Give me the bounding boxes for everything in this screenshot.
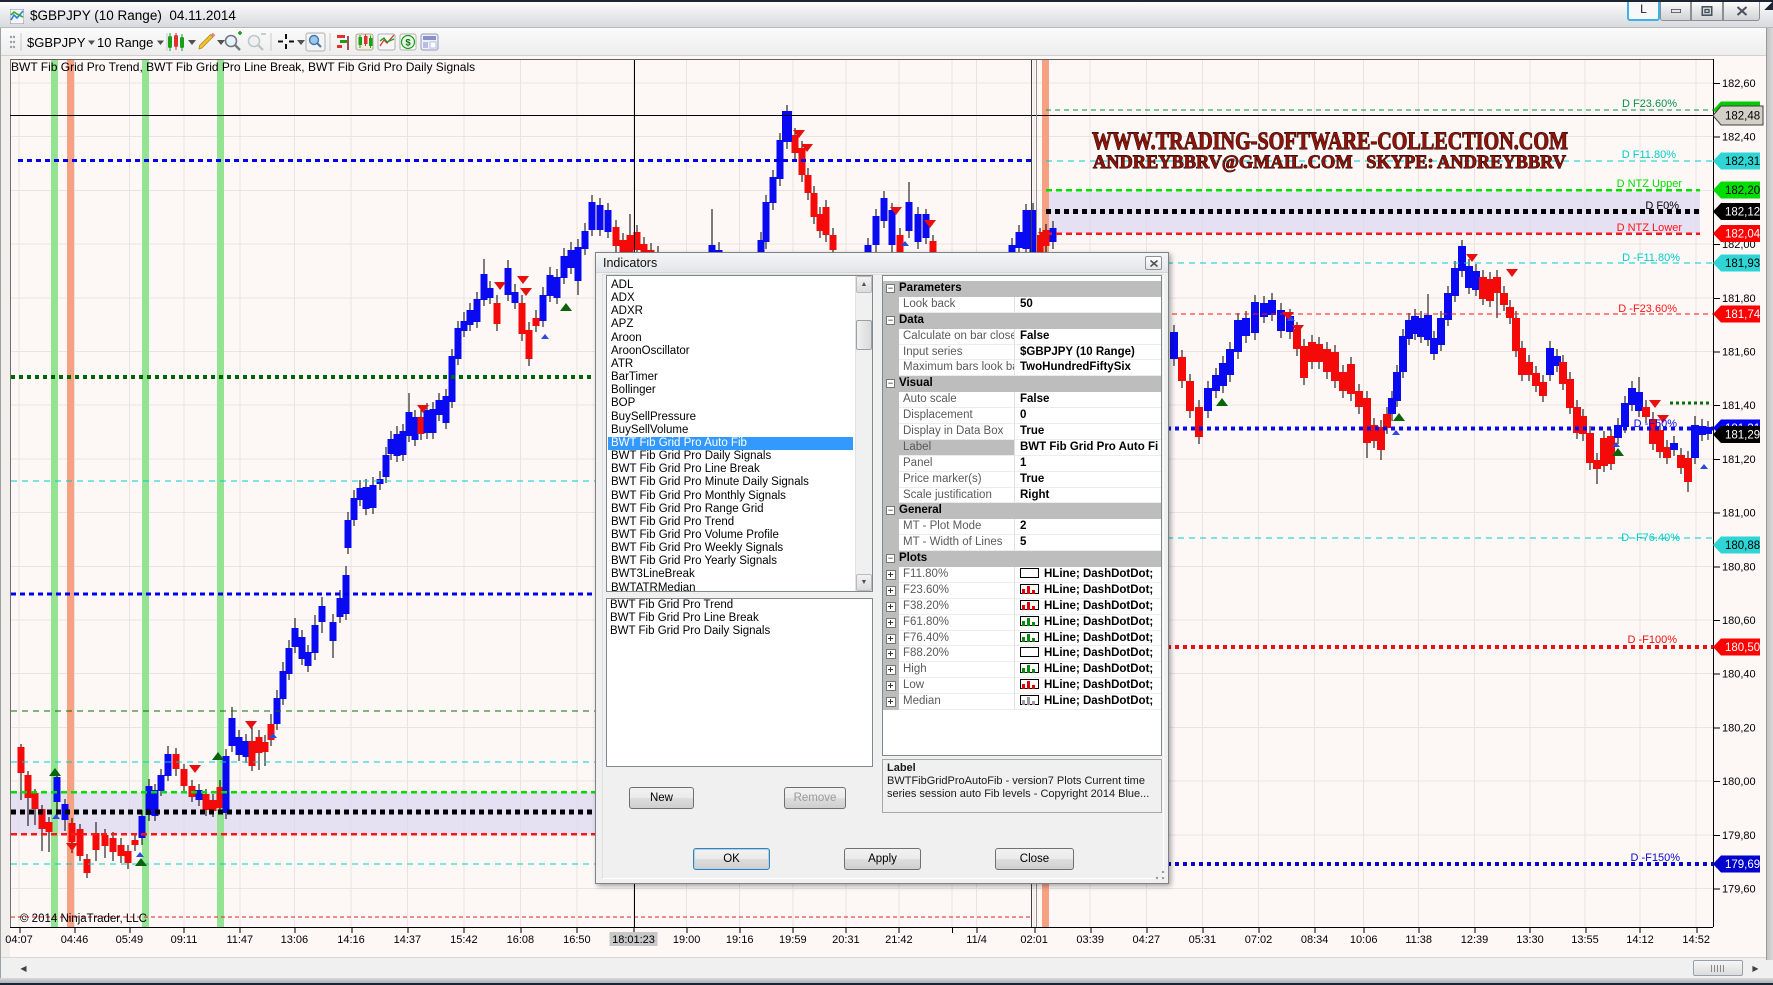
svg-text:14:52: 14:52 — [1682, 934, 1710, 946]
svg-text:10:06: 10:06 — [1350, 934, 1378, 946]
svg-text:180,60: 180,60 — [1722, 615, 1756, 627]
svg-text:09:11: 09:11 — [171, 934, 198, 946]
svg-text:182,04: 182,04 — [1725, 229, 1761, 241]
svg-text:D F11.80%: D F11.80% — [1622, 149, 1676, 161]
svg-text:14:12: 14:12 — [1626, 934, 1654, 946]
svg-text:05:31: 05:31 — [1189, 934, 1217, 946]
svg-text:16:08: 16:08 — [507, 934, 535, 946]
svg-text:180,88: 180,88 — [1725, 540, 1760, 552]
svg-text:$GBPJPY: $GBPJPY — [27, 35, 86, 50]
svg-text:04:27: 04:27 — [1133, 934, 1161, 946]
svg-text:181,74: 181,74 — [1725, 309, 1761, 321]
svg-text:13:55: 13:55 — [1571, 934, 1599, 946]
svg-text:D -F11.80%: D -F11.80% — [1622, 252, 1680, 264]
svg-text:180,40: 180,40 — [1722, 669, 1756, 681]
svg-text:04:46: 04:46 — [61, 934, 89, 946]
svg-text:19:00: 19:00 — [673, 934, 701, 946]
svg-text:BWT Fib Grid Pro Trend, BWT Fi: BWT Fib Grid Pro Trend, BWT Fib Grid Pro… — [11, 60, 475, 74]
svg-text:13:06: 13:06 — [281, 934, 309, 946]
svg-text:182,48: 182,48 — [1725, 111, 1760, 123]
svg-text:181,00: 181,00 — [1722, 508, 1756, 520]
svg-text:11/4: 11/4 — [966, 934, 987, 946]
svg-text:02:01: 02:01 — [1020, 934, 1048, 946]
svg-text:16:50: 16:50 — [563, 934, 591, 946]
svg-text:180,00: 180,00 — [1722, 776, 1756, 788]
svg-text:12:39: 12:39 — [1461, 934, 1489, 946]
svg-text:179,80: 179,80 — [1722, 830, 1756, 842]
svg-text:18:01:23: 18:01:23 — [612, 934, 655, 946]
svg-text:D -F150%: D -F150% — [1630, 852, 1680, 864]
svg-text:179,60: 179,60 — [1722, 884, 1756, 896]
svg-text:D -F50%: D -F50% — [1634, 418, 1678, 430]
svg-text:181,60: 181,60 — [1722, 347, 1756, 359]
svg-text:D NTZ Upper: D NTZ Upper — [1617, 178, 1683, 190]
svg-text:181,80: 181,80 — [1722, 293, 1756, 305]
svg-text:181,40: 181,40 — [1722, 400, 1756, 412]
svg-text:11:47: 11:47 — [226, 934, 253, 946]
svg-text:10 Range: 10 Range — [97, 35, 153, 50]
svg-text:D -F100%: D -F100% — [1627, 634, 1677, 646]
svg-text:180,50: 180,50 — [1725, 642, 1760, 654]
svg-text:19:16: 19:16 — [726, 934, 754, 946]
svg-text:15:42: 15:42 — [450, 934, 478, 946]
svg-text:03:39: 03:39 — [1076, 934, 1104, 946]
svg-text:181,29: 181,29 — [1725, 430, 1760, 442]
svg-text:182,60: 182,60 — [1722, 78, 1756, 90]
svg-text:21:42: 21:42 — [885, 934, 913, 946]
svg-text:WWW.TRADING-SOFTWARE-COLLECTIO: WWW.TRADING-SOFTWARE-COLLECTION.COM — [1092, 128, 1568, 155]
svg-text:D -F76.40%: D -F76.40% — [1621, 532, 1680, 544]
svg-text:08:34: 08:34 — [1301, 934, 1329, 946]
svg-text:D NTZ Lower: D NTZ Lower — [1617, 222, 1683, 234]
svg-text:181,20: 181,20 — [1722, 454, 1756, 466]
svg-text:D F23.60%: D F23.60% — [1622, 98, 1677, 110]
svg-text:182,20: 182,20 — [1725, 185, 1760, 197]
svg-text:ANDREYBBRV@GMAIL.COM SKYPE:: ANDREYBBRV@GMAIL.COM SKYPE: ANDREYBBRV — [1093, 153, 1567, 173]
svg-text:182,31: 182,31 — [1725, 156, 1760, 168]
svg-text:180,20: 180,20 — [1722, 722, 1756, 734]
svg-text:05:49: 05:49 — [116, 934, 144, 946]
svg-text:182,40: 182,40 — [1722, 132, 1756, 144]
svg-text:07:02: 07:02 — [1245, 934, 1273, 946]
svg-text:20:31: 20:31 — [832, 934, 860, 946]
svg-text:D -F23.60%: D -F23.60% — [1618, 303, 1677, 315]
svg-text:04:07: 04:07 — [5, 934, 33, 946]
svg-text:$: $ — [405, 38, 411, 49]
svg-text:© 2014 NinjaTrader, LLC: © 2014 NinjaTrader, LLC — [20, 913, 147, 925]
svg-text:14:37: 14:37 — [394, 934, 422, 946]
svg-text:179,69: 179,69 — [1725, 859, 1760, 871]
svg-text:182,12: 182,12 — [1725, 207, 1760, 219]
svg-text:11:38: 11:38 — [1405, 934, 1432, 946]
svg-text:14:16: 14:16 — [337, 934, 365, 946]
svg-text:19:59: 19:59 — [779, 934, 807, 946]
svg-text:13:30: 13:30 — [1516, 934, 1544, 946]
svg-text:180,80: 180,80 — [1722, 561, 1756, 573]
svg-text:D F0%: D F0% — [1645, 200, 1679, 212]
svg-text:181,93: 181,93 — [1725, 258, 1760, 270]
